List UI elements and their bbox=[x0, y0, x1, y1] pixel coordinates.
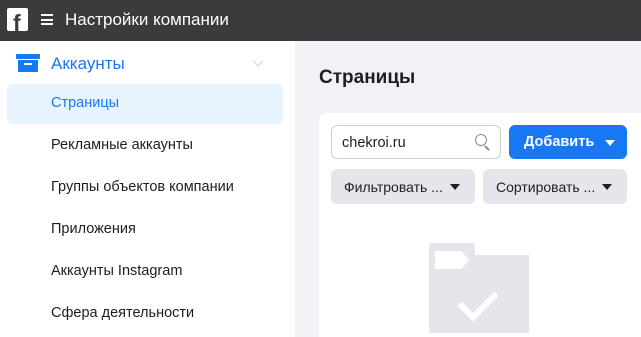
sidebar-section-label: Аккаунты bbox=[51, 54, 125, 73]
sort-button[interactable]: Сортировать ... bbox=[483, 169, 627, 204]
search-icon[interactable] bbox=[475, 134, 491, 151]
sidebar-item-label: Страницы bbox=[51, 95, 120, 111]
caret-down-icon bbox=[450, 184, 460, 190]
add-button-label: Добавить bbox=[524, 134, 595, 150]
sidebar-item-pages[interactable]: Страницы bbox=[7, 84, 283, 124]
chevron-down-icon[interactable] bbox=[252, 55, 264, 67]
briefcase-icon bbox=[16, 54, 40, 72]
page-title: Страницы bbox=[319, 67, 416, 88]
facebook-logo-letter: f bbox=[13, 10, 21, 32]
page-header-title: Настройки компании bbox=[65, 10, 229, 29]
hamburger-menu-icon[interactable] bbox=[41, 14, 53, 25]
facebook-logo[interactable]: f bbox=[7, 8, 28, 31]
search-input-value[interactable]: chekroi.ru bbox=[342, 135, 406, 151]
sidebar-item-instagram-accounts[interactable]: Аккаунты Instagram bbox=[7, 252, 283, 292]
sidebar-item-business-asset-groups[interactable]: Группы объектов компании bbox=[7, 168, 283, 208]
empty-folder-illustration bbox=[429, 243, 529, 333]
sidebar-item-ad-accounts[interactable]: Рекламные аккаунты bbox=[7, 126, 283, 166]
add-button[interactable]: Добавить bbox=[509, 125, 627, 159]
sidebar-item-label: Группы объектов компании bbox=[51, 179, 234, 195]
sidebar: Аккаунты Страницы Рекламные аккаунты Гру… bbox=[0, 41, 295, 337]
sidebar-section-accounts[interactable]: Аккаунты bbox=[0, 41, 295, 85]
top-bar: f Настройки компании bbox=[0, 0, 641, 41]
caret-down-icon bbox=[605, 140, 615, 146]
sidebar-item-label: Приложения bbox=[51, 221, 136, 237]
pages-panel: chekroi.ru Добавить Фильтровать ... Сорт… bbox=[319, 113, 641, 337]
sidebar-item-label: Сфера деятельности bbox=[51, 305, 195, 321]
sidebar-item-label: Аккаунты Instagram bbox=[51, 263, 183, 279]
caret-down-icon bbox=[602, 184, 612, 190]
sidebar-item-line-of-business[interactable]: Сфера деятельности bbox=[7, 294, 283, 334]
filter-button-label: Фильтровать ... bbox=[344, 179, 443, 195]
sidebar-item-apps[interactable]: Приложения bbox=[7, 210, 283, 250]
sort-button-label: Сортировать ... bbox=[496, 179, 596, 195]
filter-button[interactable]: Фильтровать ... bbox=[331, 169, 475, 204]
sidebar-item-label: Рекламные аккаунты bbox=[51, 137, 193, 153]
search-input[interactable]: chekroi.ru bbox=[331, 125, 501, 159]
